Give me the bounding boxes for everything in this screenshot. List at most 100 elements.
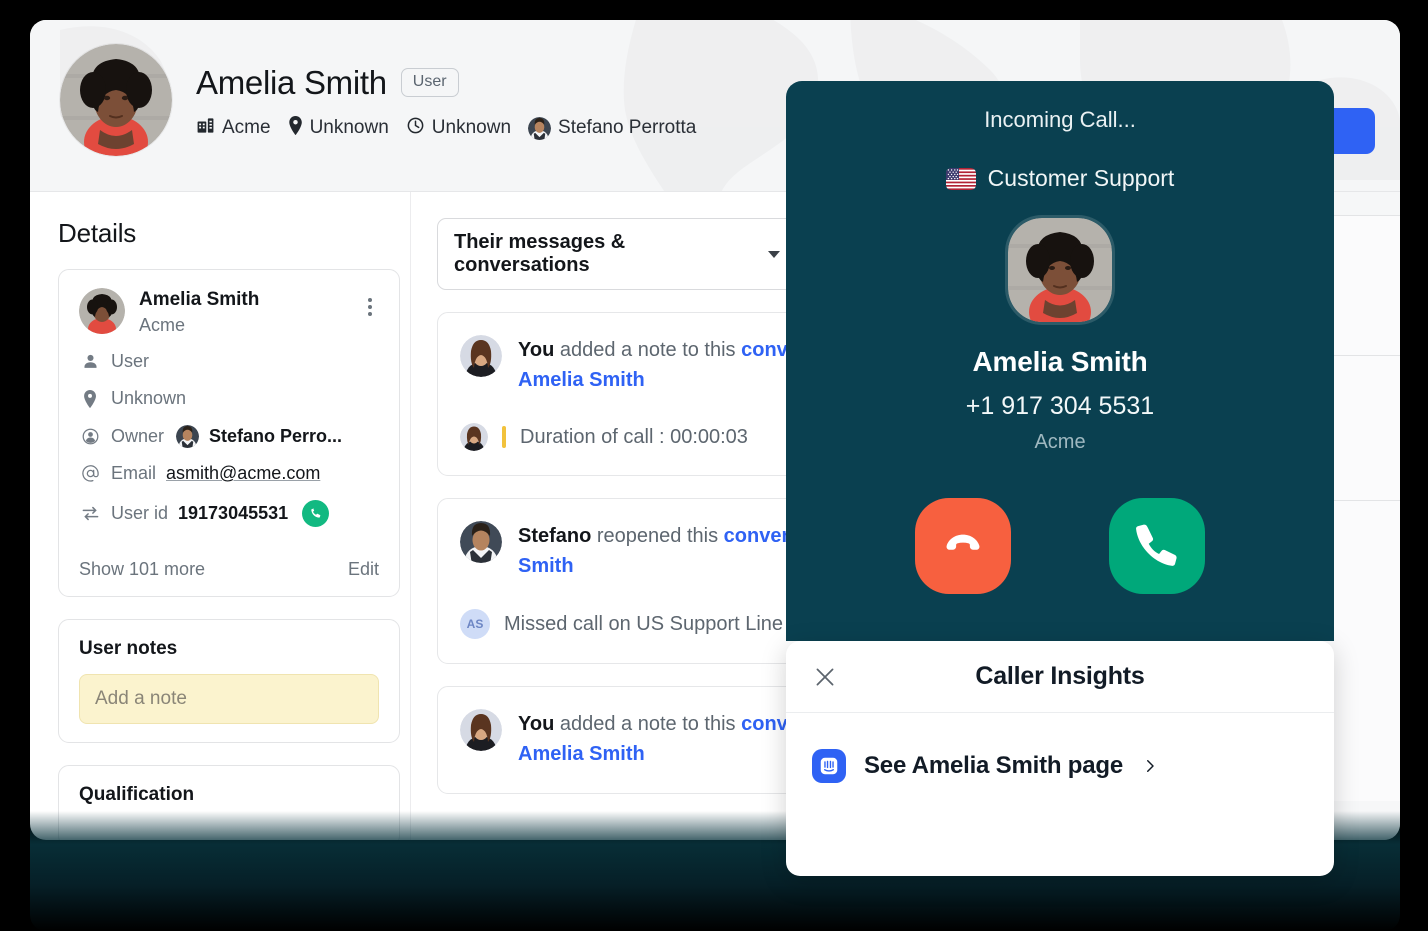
meta-owner: Stefano Perrotta bbox=[528, 116, 697, 140]
qualification-card: Qualification bbox=[58, 764, 400, 840]
meta-company: Acme bbox=[196, 116, 271, 141]
edit-details-button[interactable]: Edit bbox=[348, 559, 379, 580]
details-person-company: Acme bbox=[139, 314, 186, 335]
role-badge: User bbox=[400, 68, 459, 97]
feed-author-avatar bbox=[460, 521, 502, 563]
feed-link-secondary[interactable]: Smith bbox=[518, 555, 574, 577]
user-notes-card: User notes bbox=[58, 618, 400, 743]
call-line-name: Customer Support bbox=[987, 165, 1175, 191]
see-contact-page-row[interactable]: See Amelia Smith page bbox=[786, 713, 1334, 783]
feed-text: Stefano reopened this conver Smith bbox=[518, 521, 789, 581]
meta-company-label: Acme bbox=[222, 117, 271, 138]
see-contact-page-label: See Amelia Smith page bbox=[864, 752, 1124, 779]
chevron-down-icon bbox=[768, 250, 780, 258]
decline-call-button[interactable] bbox=[915, 498, 1011, 594]
feed-filter-dropdown[interactable]: Their messages & conversations bbox=[437, 218, 797, 290]
details-sidebar: Details Amelia Smith Acme User Unknown O… bbox=[30, 192, 410, 840]
profile-meta-row: Acme Unknown Unknown Stefano Perrotta bbox=[196, 115, 697, 141]
caller-name: Amelia Smith bbox=[972, 346, 1148, 377]
feed-actor: Stefano bbox=[518, 525, 592, 547]
attr-email-label: Email bbox=[111, 463, 157, 484]
globe-person-icon bbox=[79, 425, 101, 447]
meta-time-label: Unknown bbox=[431, 117, 512, 138]
details-person-row: Amelia Smith Acme bbox=[79, 288, 379, 336]
meta-owner-label: Stefano Perrotta bbox=[558, 117, 697, 138]
screenshot-root: Amelia Smith User Acme Unknown Unknown S… bbox=[0, 0, 1428, 931]
caller-insights-header: Caller Insights bbox=[786, 641, 1334, 713]
clock-icon bbox=[406, 116, 425, 141]
page-title: Amelia Smith bbox=[196, 63, 387, 101]
attr-location: Unknown bbox=[79, 388, 379, 410]
call-line-row: Customer Support bbox=[786, 165, 1334, 192]
attr-email: Email asmith@acme.com bbox=[79, 463, 379, 485]
details-card-footer: Show 101 more Edit bbox=[59, 545, 399, 596]
caller-organisation: Acme bbox=[1034, 431, 1086, 453]
feed-action: added a note to this bbox=[554, 339, 742, 361]
us-flag-icon bbox=[945, 167, 976, 190]
qualification-title: Qualification bbox=[79, 783, 195, 805]
attr-user: User bbox=[79, 351, 379, 373]
caller-insights-panel: Caller Insights See Amelia Smith page bbox=[786, 641, 1334, 876]
feed-link[interactable]: conver bbox=[724, 525, 790, 547]
feed-author-avatar bbox=[460, 709, 502, 751]
feed-link[interactable]: conv bbox=[741, 339, 788, 361]
caller-insights-title: Caller Insights bbox=[975, 662, 1145, 690]
phone-icon bbox=[1134, 522, 1180, 571]
exchange-icon bbox=[79, 502, 101, 524]
meta-location: Unknown bbox=[288, 115, 389, 141]
at-sign-icon bbox=[79, 463, 101, 485]
call-status-text: Incoming Call... bbox=[984, 107, 1136, 132]
attr-user-label: User bbox=[111, 351, 150, 372]
profile-avatar bbox=[60, 44, 172, 156]
location-pin-icon bbox=[288, 115, 303, 141]
attr-email-value[interactable]: asmith@acme.com bbox=[166, 463, 320, 484]
attr-user-id-label: User id bbox=[111, 502, 169, 523]
feed-subitem-initials-avatar: AS bbox=[460, 609, 490, 639]
details-card: Amelia Smith Acme User Unknown Owner Ste… bbox=[58, 269, 400, 597]
call-user-button[interactable] bbox=[302, 499, 330, 527]
feed-author-avatar bbox=[460, 335, 502, 377]
feed-link-secondary[interactable]: Amelia Smith bbox=[518, 369, 645, 391]
details-avatar bbox=[79, 288, 125, 334]
feed-actor: You bbox=[518, 713, 555, 735]
feed-action: added a note to this bbox=[554, 713, 742, 735]
details-person-name: Amelia Smith bbox=[139, 289, 260, 310]
location-pin-icon bbox=[79, 388, 101, 410]
profile-identity: Amelia Smith User Acme Unknown Unknown S… bbox=[196, 60, 696, 141]
attr-owner: Owner Stefano Perro... bbox=[79, 424, 379, 448]
user-notes-title: User notes bbox=[79, 637, 178, 659]
feed-subitem-text: Missed call on US Support Line bbox=[504, 612, 784, 635]
attr-owner-avatar bbox=[176, 424, 200, 448]
feed-link[interactable]: conv bbox=[741, 713, 788, 735]
feed-action: reopened this bbox=[591, 525, 724, 547]
person-icon bbox=[79, 351, 101, 373]
feed-link-secondary[interactable]: Amelia Smith bbox=[518, 743, 645, 765]
attr-owner-value: Stefano Perro... bbox=[209, 425, 343, 446]
caller-phone: +1 917 304 5531 bbox=[965, 392, 1155, 420]
owner-avatar bbox=[528, 116, 552, 140]
meta-location-label: Unknown bbox=[309, 117, 389, 138]
note-accent-bar bbox=[502, 426, 506, 448]
caller-avatar bbox=[1008, 218, 1112, 322]
details-overflow-menu-icon[interactable] bbox=[359, 296, 381, 318]
building-icon bbox=[196, 116, 215, 141]
phone-hangup-icon bbox=[938, 520, 988, 573]
chevron-right-icon bbox=[1141, 757, 1159, 775]
show-more-button[interactable]: Show 101 more bbox=[79, 559, 205, 580]
accept-call-button[interactable] bbox=[1109, 498, 1205, 594]
attr-location-label: Unknown bbox=[111, 388, 187, 409]
feed-text: You added a note to this conv Amelia Smi… bbox=[518, 709, 788, 769]
attr-user-id-value: 19173045531 bbox=[178, 502, 289, 523]
feed-subitem-text: Duration of call : 00:00:03 bbox=[520, 425, 748, 448]
details-heading: Details bbox=[58, 218, 137, 248]
attr-user-id: User id 19173045531 bbox=[79, 499, 379, 527]
meta-time: Unknown bbox=[406, 116, 511, 141]
add-note-input[interactable] bbox=[79, 673, 379, 724]
close-icon[interactable] bbox=[812, 664, 838, 690]
feed-subitem-avatar bbox=[460, 423, 488, 451]
incoming-call-panel: Incoming Call... Customer Support Amelia… bbox=[786, 81, 1334, 641]
intercom-icon bbox=[812, 749, 846, 783]
feed-filter-label: Their messages & conversations bbox=[454, 231, 626, 276]
call-actions bbox=[786, 498, 1334, 594]
attr-owner-label: Owner bbox=[111, 425, 165, 446]
